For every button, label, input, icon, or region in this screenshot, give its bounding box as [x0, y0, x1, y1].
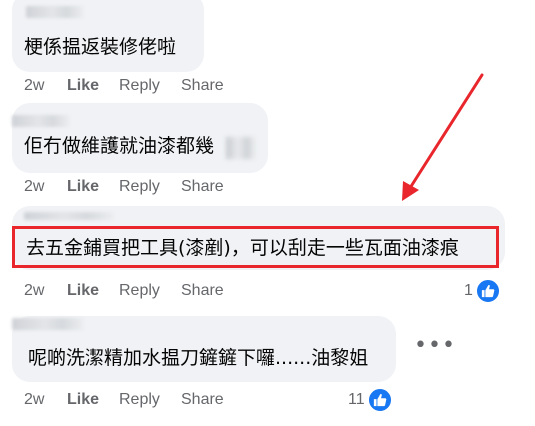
reply-button[interactable]: Reply: [119, 178, 181, 196]
comment-actions: 2w Like Reply Share: [24, 281, 224, 301]
blurred-author-name: [12, 318, 84, 330]
share-button[interactable]: Share: [181, 178, 224, 196]
comment-timestamp[interactable]: 2w: [24, 77, 67, 95]
reaction-summary[interactable]: 1: [464, 278, 501, 304]
like-button[interactable]: Like: [67, 282, 119, 300]
comment-bubble: 佢冇做維護就油漆都幾: [12, 103, 268, 173]
share-button[interactable]: Share: [181, 77, 224, 95]
like-thumb-icon: [366, 387, 393, 413]
blurred-text-fragment: [226, 137, 256, 159]
like-button[interactable]: Like: [67, 178, 119, 196]
reaction-count: 11: [348, 391, 365, 408]
blurred-author-name: [12, 115, 70, 127]
comment-bubble: 梗係揾返裝修佬啦: [12, 0, 204, 72]
reaction-summary[interactable]: 11: [348, 387, 393, 413]
reply-button[interactable]: Reply: [119, 282, 181, 300]
comment-timestamp[interactable]: 2w: [24, 178, 67, 196]
red-highlight-box: [12, 226, 499, 268]
reply-button[interactable]: Reply: [119, 391, 181, 409]
comment-timestamp[interactable]: 2w: [24, 391, 67, 409]
comment-actions: 2w Like Reply Share: [24, 390, 224, 410]
like-thumb-icon: [474, 278, 501, 304]
share-button[interactable]: Share: [181, 282, 224, 300]
reaction-count: 1: [464, 282, 473, 299]
comment-actions: 2w Like Reply Share: [24, 76, 224, 96]
reply-button[interactable]: Reply: [119, 77, 181, 95]
more-options-icon[interactable]: •••: [414, 335, 456, 357]
blurred-author-name: [26, 6, 84, 18]
share-button[interactable]: Share: [181, 391, 224, 409]
like-button[interactable]: Like: [67, 77, 119, 95]
comment-actions: 2w Like Reply Share: [24, 177, 224, 197]
like-button[interactable]: Like: [67, 391, 119, 409]
comment-text: 佢冇做維護就油漆都幾: [24, 135, 215, 157]
comment-text: 呢啲洗潔精加水揾刀鏟鏟下囉......油黎姐: [28, 347, 369, 369]
comment-text: 梗係揾返裝修佬啦: [24, 36, 177, 58]
comment-bubble: 呢啲洗潔精加水揾刀鏟鏟下囉......油黎姐: [12, 316, 396, 382]
comment-thread: 梗係揾返裝修佬啦 2w Like Reply Share 佢冇做維護就油漆都幾 …: [0, 0, 535, 426]
blurred-author-name: [24, 212, 114, 220]
comment-timestamp[interactable]: 2w: [24, 282, 67, 300]
